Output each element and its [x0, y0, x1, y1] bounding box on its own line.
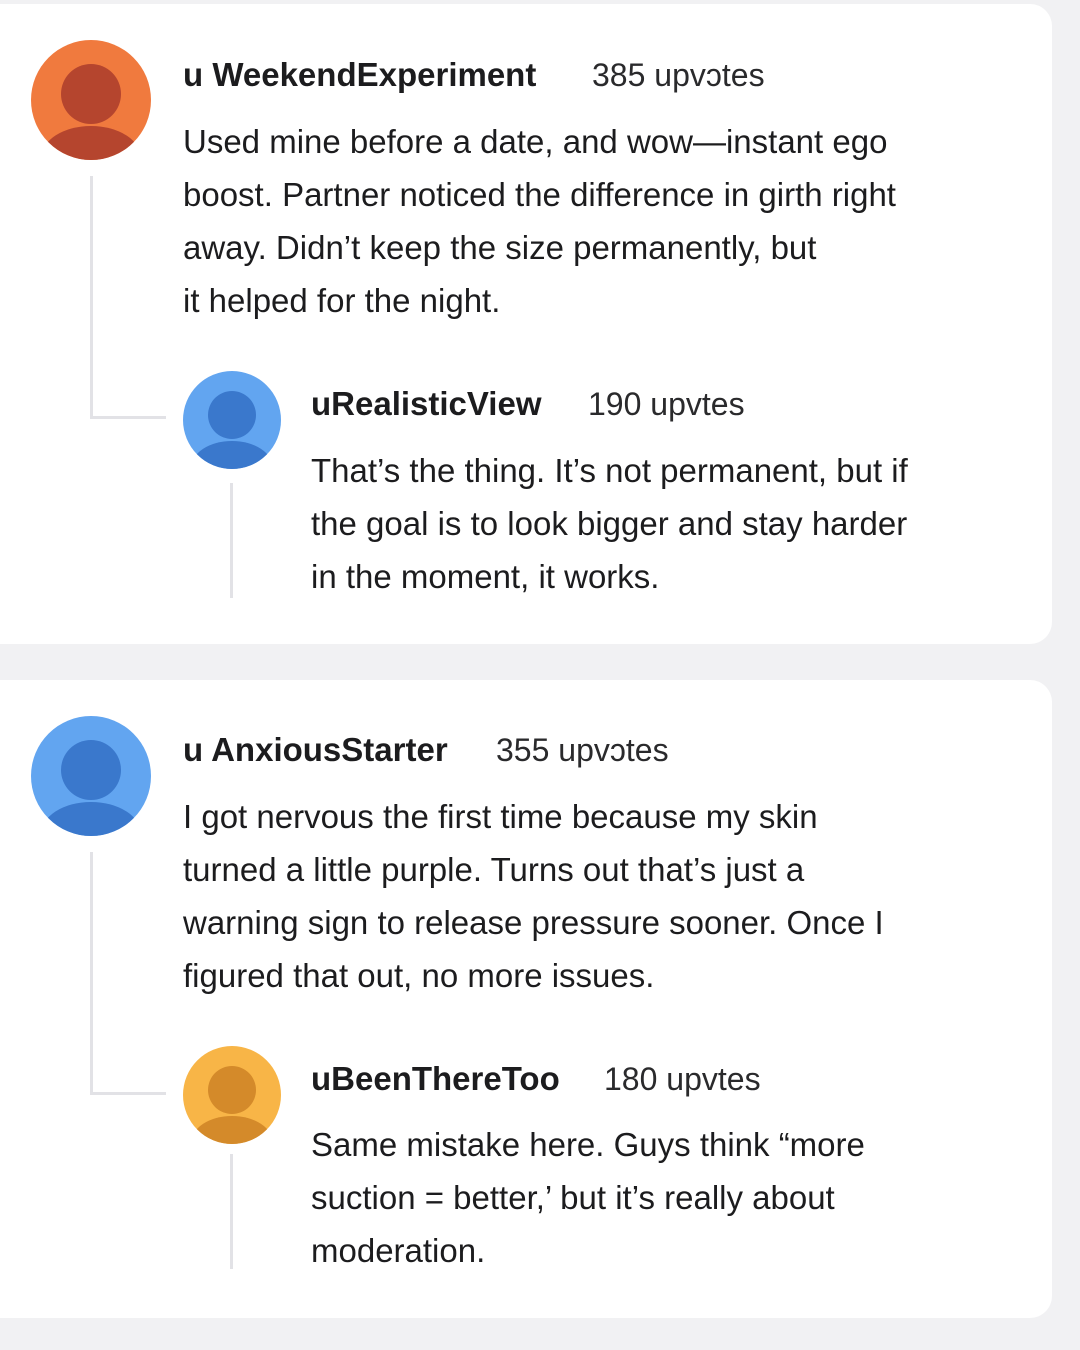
user-body-icon — [191, 1116, 273, 1144]
reply-line: Same mistake here. Guys think “more — [311, 1126, 865, 1163]
user-head-icon — [208, 391, 256, 439]
thread-line — [230, 1154, 233, 1269]
user-head-icon — [61, 64, 121, 124]
thread-line — [90, 176, 93, 418]
comment-line: away. Didn’t keep the size permanently, … — [183, 229, 817, 266]
upvote-count: 190 upvtes — [588, 386, 745, 422]
reply-line: suction = better,’ but it’s really about — [311, 1179, 835, 1216]
user-head-icon — [208, 1066, 256, 1114]
comment-body: Used mine before a date, and wow—instant… — [183, 115, 896, 327]
comment-line: warning sign to release pressure sooner.… — [183, 904, 884, 941]
comment-username[interactable]: u AnxiousStarter — [183, 731, 448, 769]
reply-username[interactable]: uRealisticView — [311, 385, 542, 423]
thread-line — [90, 852, 93, 1094]
comment-username[interactable]: u WeekendExperiment — [183, 56, 536, 94]
avatar[interactable] — [31, 40, 151, 160]
thread-line — [230, 483, 233, 598]
comment-thread-card: u AnxiousStarter 355 upvɔtes I got nervo… — [0, 680, 1052, 1318]
reply-line: in the moment, it works. — [311, 558, 660, 595]
avatar[interactable] — [183, 1046, 281, 1144]
comment-line: it helped for the night. — [183, 282, 501, 319]
upvote-count: 385 upvɔtes — [592, 57, 765, 93]
user-body-icon — [41, 126, 141, 160]
thread-connector — [90, 1092, 166, 1095]
reply-line: That’s the thing. It’s not permanent, bu… — [311, 452, 908, 489]
comment-thread-card: u WeekendExperiment 385 upvɔtes Used min… — [0, 4, 1052, 644]
reply-line: moderation. — [311, 1232, 486, 1269]
comment-line: Used mine before a date, and wow—instant… — [183, 123, 888, 160]
user-head-icon — [61, 740, 121, 800]
thread-connector — [90, 416, 166, 419]
upvote-count: 180 upvtes — [604, 1061, 761, 1097]
reply-line: the goal is to look bigger and stay hard… — [311, 505, 908, 542]
reply-username[interactable]: uBeenThereToo — [311, 1060, 560, 1098]
reply-body: Same mistake here. Guys think “more suct… — [311, 1118, 865, 1277]
user-body-icon — [191, 441, 273, 469]
comment-line: turned a little purple. Turns out that’s… — [183, 851, 805, 888]
comment-body: I got nervous the first time because my … — [183, 790, 884, 1002]
avatar[interactable] — [31, 716, 151, 836]
upvote-count: 355 upvɔtes — [496, 732, 669, 768]
comment-line: I got nervous the first time because my … — [183, 798, 818, 835]
comment-line: boost. Partner noticed the difference in… — [183, 176, 896, 213]
user-body-icon — [41, 802, 141, 836]
comment-line: figured that out, no more issues. — [183, 957, 655, 994]
reply-body: That’s the thing. It’s not permanent, bu… — [311, 444, 908, 603]
avatar[interactable] — [183, 371, 281, 469]
